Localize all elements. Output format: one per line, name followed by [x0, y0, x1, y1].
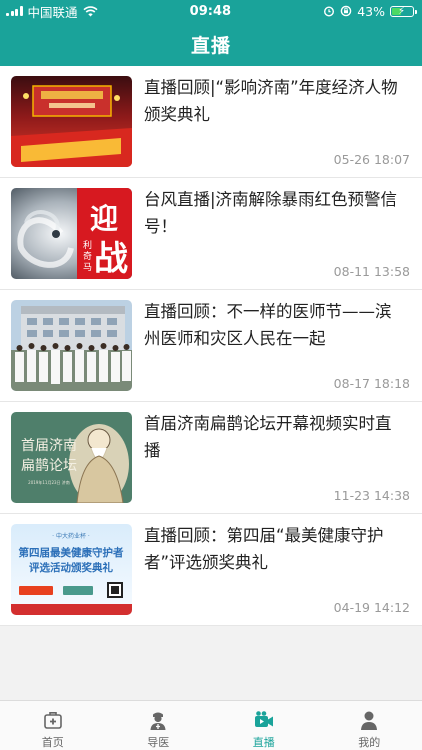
rotation-lock-icon [340, 5, 352, 17]
user-icon [361, 711, 378, 730]
svg-text:奇: 奇 [83, 250, 92, 262]
tab-bar: 首页 导医 直播 我的 [0, 700, 422, 750]
carrier-name: 中国联通 [27, 4, 78, 20]
page-title: 直播 [190, 34, 231, 57]
forum-thumbnail: 首届济南 扁鹊论坛 2019年11月23日 济南 [11, 412, 132, 503]
alarm-icon [324, 6, 335, 17]
status-bar: 中国联通 09:48 43% ⚡ [0, 0, 422, 22]
svg-text:第四届最美健康守护者: 第四届最美健康守护者 [19, 546, 124, 559]
medkit-icon [43, 712, 62, 729]
health-guardian-thumbnail: · 中大药业杯 · 第四届最美健康守护者 评选活动颁奖典礼 [11, 524, 132, 615]
item-title: 直播回顾：第四届“最美健康守护者”评选颁奖典礼 [144, 526, 384, 572]
tab-guide[interactable]: 导医 [106, 701, 212, 750]
item-time: 04-19 14:12 [333, 600, 410, 615]
status-time: 09:48 [189, 3, 232, 19]
tab-label: 我的 [358, 736, 381, 749]
svg-text:迎: 迎 [90, 202, 118, 235]
item-title: 直播回顾：不一样的医师节——滨州医师和灾区人民在一起 [144, 302, 392, 348]
list-item[interactable]: 直播回顾：不一样的医师节——滨州医师和灾区人民在一起 08-17 18:18 [0, 290, 422, 402]
list-item[interactable]: · 中大药业杯 · 第四届最美健康守护者 评选活动颁奖典礼 直播回顾：第四届“最… [0, 514, 422, 626]
item-time: 11-23 14:38 [333, 488, 410, 503]
battery-icon: ⚡ [389, 5, 417, 17]
battery-percent: 43% [357, 3, 385, 19]
item-time: 08-17 18:18 [333, 376, 410, 391]
tab-home[interactable]: 首页 [0, 701, 106, 750]
svg-text:马: 马 [83, 262, 92, 273]
svg-text:战: 战 [94, 239, 128, 279]
list-item[interactable]: 首届济南 扁鹊论坛 2019年11月23日 济南 首届济南扁鹊论坛开幕视频实时直… [0, 402, 422, 514]
typhoon-thumbnail: 迎 战 利 奇 马 [11, 188, 132, 279]
video-icon [254, 711, 273, 727]
svg-text:· 中大药业杯 ·: · 中大药业杯 · [52, 532, 90, 540]
doctor-icon [150, 712, 166, 730]
svg-text:首届济南: 首届济南 [21, 438, 77, 454]
wifi-icon [82, 5, 98, 16]
item-title: 直播回顾|“影响济南”年度经济人物颁奖典礼 [144, 78, 398, 124]
list-item[interactable]: 迎 战 利 奇 马 台风直播|济南解除暴雨红色预警信号！ 08-11 13:58 [0, 178, 422, 290]
svg-text:2019年11月23日 济南: 2019年11月23日 济南 [28, 479, 70, 485]
svg-text:利: 利 [83, 239, 92, 251]
award-ceremony-thumbnail [11, 76, 132, 167]
tab-mine[interactable]: 我的 [317, 701, 422, 750]
svg-text:评选活动颁奖典礼: 评选活动颁奖典礼 [29, 561, 113, 574]
live-list: 直播回顾|“影响济南”年度经济人物颁奖典礼 05-26 18:07 迎 战 利 … [0, 66, 422, 626]
doctors-group-thumbnail [11, 300, 132, 391]
app-header: 中国联通 09:48 43% ⚡ 直播 [0, 0, 422, 66]
signal-icon [6, 6, 23, 16]
tab-label: 直播 [252, 736, 275, 749]
tab-label: 导医 [147, 736, 170, 749]
item-time: 08-11 13:58 [333, 264, 410, 279]
list-item[interactable]: 直播回顾|“影响济南”年度经济人物颁奖典礼 05-26 18:07 [0, 66, 422, 178]
item-title: 首届济南扁鹊论坛开幕视频实时直播 [144, 414, 392, 460]
tab-label: 首页 [41, 736, 64, 749]
tab-live[interactable]: 直播 [211, 701, 317, 750]
item-time: 05-26 18:07 [333, 152, 410, 167]
svg-text:扁鹊论坛: 扁鹊论坛 [21, 457, 77, 474]
item-title: 台风直播|济南解除暴雨红色预警信号！ [144, 190, 398, 236]
